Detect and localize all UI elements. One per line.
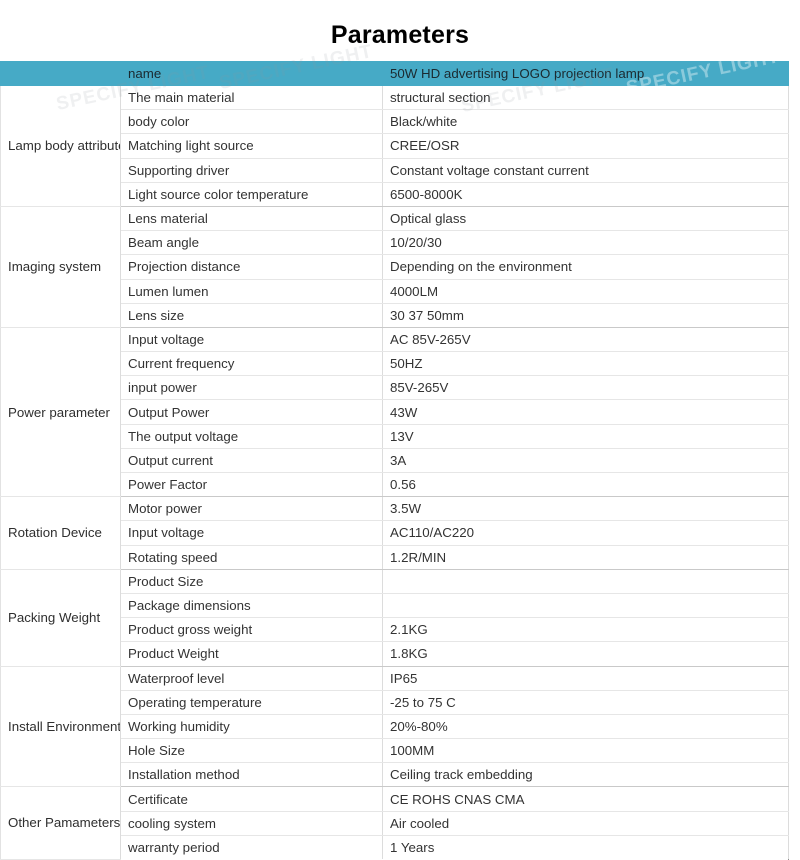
table-cell-name: Package dimensions (120, 593, 383, 619)
table-cell-name: Lens material (120, 206, 383, 232)
table-group-label: Install Environment (0, 666, 121, 788)
table-cell-name: Product gross weight (120, 617, 383, 643)
table-cell-name: Product Weight (120, 641, 383, 667)
table-cell-name: Certificate (120, 786, 383, 812)
table-cell-value: 30 37 50mm (382, 303, 789, 328)
table-cell-value: 4000LM (382, 279, 789, 304)
table-cell-value (382, 593, 789, 619)
table-cell-name: Installation method (120, 762, 383, 788)
table-cell-value: 10/20/30 (382, 230, 789, 256)
table-cell-name: Projection distance (120, 254, 383, 280)
table-cell-name: Beam angle (120, 230, 383, 256)
table-cell-value: 3A (382, 448, 789, 474)
table-row: Lamp body attribute The main material stru… (0, 85, 789, 207)
table-row: Power parameter Input voltage AC 85V-265V (0, 327, 789, 498)
table-cell-name: Rotating speed (120, 545, 383, 570)
table-group-label: Imaging system (0, 206, 121, 328)
parameters-page: Parameters SPECIFY LIGHT SPECIFY LIGHT S… (0, 0, 800, 860)
table-header-group-cell (0, 61, 121, 86)
table-cell-value: 100MM (382, 738, 789, 764)
table-cell-value: AC 85V-265V (382, 327, 789, 353)
table-header-row: name 50W HD advertising LOGO projection l… (0, 61, 789, 86)
table-cell-value: Ceiling track embedding (382, 762, 789, 788)
table-cell-value: Air cooled (382, 811, 789, 836)
table-cell-value: 43W (382, 399, 789, 425)
table-row: Other Pamameters Certificate CE ROHS CNAS … (0, 786, 789, 860)
table-cell-value: Black/white (382, 109, 789, 135)
table-cell-value: 6500-8000K (382, 182, 789, 207)
table-row: Rotation Device Motor power 3.5W (0, 496, 789, 570)
table-cell-value: AC110/AC220 (382, 520, 789, 546)
table-cell-name: Hole Size (120, 738, 383, 764)
table-group-label: Lamp body attribute (0, 85, 121, 207)
table-cell-value: 1.2R/MIN (382, 545, 789, 570)
table-row: Install Environment Waterproof level IP65 (0, 666, 789, 788)
table-cell-value: Optical glass (382, 206, 789, 232)
table-cell-value: 0.56 (382, 472, 789, 498)
specification-table: name 50W HD advertising LOGO projection l… (0, 61, 789, 860)
table-cell-name: input power (120, 375, 383, 401)
table-cell-value: Depending on the environment (382, 254, 789, 280)
table-group-label: Packing Weight (0, 569, 121, 667)
table-cell-value: 1.8KG (382, 641, 789, 667)
table-cell-name: Current frequency (120, 351, 383, 377)
table-cell-value: IP65 (382, 666, 789, 691)
table-group-label: Rotation Device (0, 496, 121, 570)
table-cell-name: Supporting driver (120, 158, 383, 183)
table-cell-name: Input voltage (120, 520, 383, 546)
table-group-label: Other Pamameters (0, 786, 121, 860)
table-header-name-cell: name (120, 61, 383, 86)
table-cell-name: Output Power (120, 399, 383, 425)
table-row: Imaging system Lens material Optical glass (0, 206, 789, 328)
table-cell-name: Operating temperature (120, 690, 383, 715)
table-cell-name: The main material (120, 85, 383, 111)
table-cell-value: 13V (382, 424, 789, 449)
table-cell-value: CREE/OSR (382, 133, 789, 159)
table-cell-value (382, 569, 789, 594)
table-cell-name: Light source color temperature (120, 182, 383, 207)
table-cell-name: cooling system (120, 811, 383, 836)
table-cell-name: Matching light source (120, 133, 383, 159)
table-cell-name: Input voltage (120, 327, 383, 353)
table-cell-name: Working humidity (120, 714, 383, 740)
table-cell-name: Product Size (120, 569, 383, 594)
table-cell-value: 2.1KG (382, 617, 789, 643)
table-cell-name: Lens size (120, 303, 383, 328)
table-cell-value: 50HZ (382, 351, 789, 377)
specification-table-wrapper: name 50W HD advertising LOGO projection l… (0, 61, 789, 860)
table-cell-value: CE ROHS CNAS CMA (382, 786, 789, 812)
table-cell-value: structural section (382, 85, 789, 111)
table-cell-value: 20%-80% (382, 714, 789, 740)
table-cell-name: Output current (120, 448, 383, 474)
table-row: Packing Weight Product Size (0, 569, 789, 667)
table-cell-value: -25 to 75 C (382, 690, 789, 715)
table-cell-name: The output voltage (120, 424, 383, 449)
table-cell-value: 1 Years (382, 835, 789, 859)
table-cell-value: Constant voltage constant current (382, 158, 789, 183)
table-cell-name: Motor power (120, 496, 383, 522)
table-group-label: Power parameter (0, 327, 121, 498)
table-cell-name: Lumen lumen (120, 279, 383, 304)
table-header-value-cell: 50W HD advertising LOGO projection lamp (382, 61, 789, 86)
table-cell-name: Power Factor (120, 472, 383, 498)
page-title: Parameters (330, 21, 470, 49)
table-cell-name: body color (120, 109, 383, 135)
table-cell-value: 3.5W (382, 496, 789, 522)
table-cell-value: 85V-265V (382, 375, 789, 401)
table-cell-name: Waterproof level (120, 666, 383, 691)
table-cell-name: warranty period (120, 835, 383, 859)
